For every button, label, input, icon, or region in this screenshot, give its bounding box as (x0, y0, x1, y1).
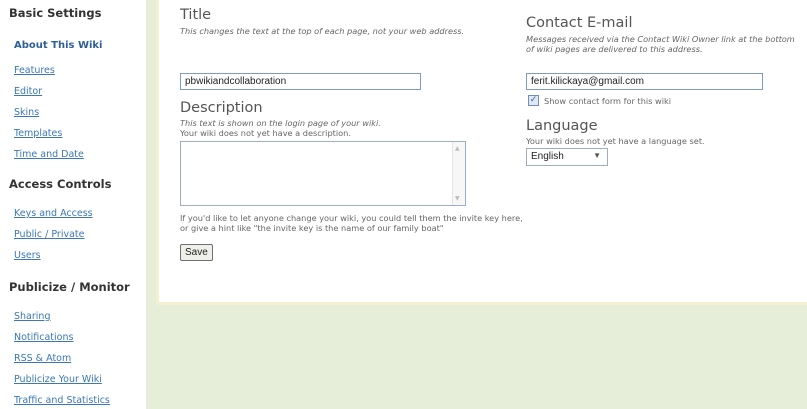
description-status: Your wiki does not yet have a descriptio… (180, 128, 351, 138)
sidebar-item-users[interactable]: Users (14, 250, 41, 261)
description-textarea[interactable]: ▲ ▼ (180, 141, 466, 206)
sidebar-item-skins[interactable]: Skins (14, 107, 39, 118)
language-heading: Language (526, 118, 598, 134)
chevron-down-icon: ▼ (593, 151, 601, 160)
language-status: Your wiki does not yet have a language s… (526, 136, 705, 146)
sidebar-item-sharing[interactable]: Sharing (14, 311, 50, 322)
title-input[interactable] (180, 73, 421, 90)
section-title-basic-settings: Basic Settings (9, 6, 102, 20)
sidebar-item-traffic-and-statistics[interactable]: Traffic and Statistics (14, 395, 110, 406)
sidebar-item-about-this-wiki[interactable]: About This Wiki (14, 40, 103, 51)
contact-email-input[interactable] (526, 73, 763, 90)
settings-sidebar: Basic Settings About This Wiki Features … (0, 0, 146, 409)
description-help: If you'd like to let anyone change your … (180, 213, 523, 233)
sidebar-item-templates[interactable]: Templates (14, 128, 62, 139)
sidebar-item-rss-atom[interactable]: RSS & Atom (14, 353, 71, 364)
sidebar-item-public-private[interactable]: Public / Private (14, 229, 84, 240)
section-title-publicize-monitor: Publicize / Monitor (9, 280, 130, 294)
sidebar-item-publicize-your-wiki[interactable]: Publicize Your Wiki (14, 374, 102, 385)
scroll-down-arrow-icon[interactable]: ▼ (455, 195, 460, 202)
contact-email-hint: Messages received via the Contact Wiki O… (526, 34, 795, 54)
sidebar-item-notifications[interactable]: Notifications (14, 332, 73, 343)
sidebar-item-time-and-date[interactable]: Time and Date (14, 149, 84, 160)
title-heading: Title (180, 7, 212, 23)
sidebar-item-features[interactable]: Features (14, 65, 55, 76)
sidebar-item-keys-and-access[interactable]: Keys and Access (14, 208, 93, 219)
contact-form-checkbox-label: Show contact form for this wiki (544, 96, 672, 106)
language-select[interactable]: English ▼ (526, 148, 608, 166)
contact-email-heading: Contact E-mail (526, 15, 633, 31)
section-title-access-controls: Access Controls (9, 177, 112, 191)
scroll-up-arrow-icon[interactable]: ▲ (455, 145, 460, 152)
description-hint: This text is shown on the login page of … (180, 118, 381, 128)
contact-form-checkbox[interactable]: ✓ (528, 95, 539, 106)
title-hint: This changes the text at the top of each… (180, 26, 465, 36)
sidebar-item-editor[interactable]: Editor (14, 86, 42, 97)
language-select-value: English (531, 151, 564, 162)
textarea-scrollbar[interactable]: ▲ ▼ (452, 142, 465, 205)
settings-panel: Title This changes the text at the top o… (156, 0, 807, 305)
save-button[interactable]: Save (180, 244, 213, 261)
description-heading: Description (180, 100, 263, 116)
